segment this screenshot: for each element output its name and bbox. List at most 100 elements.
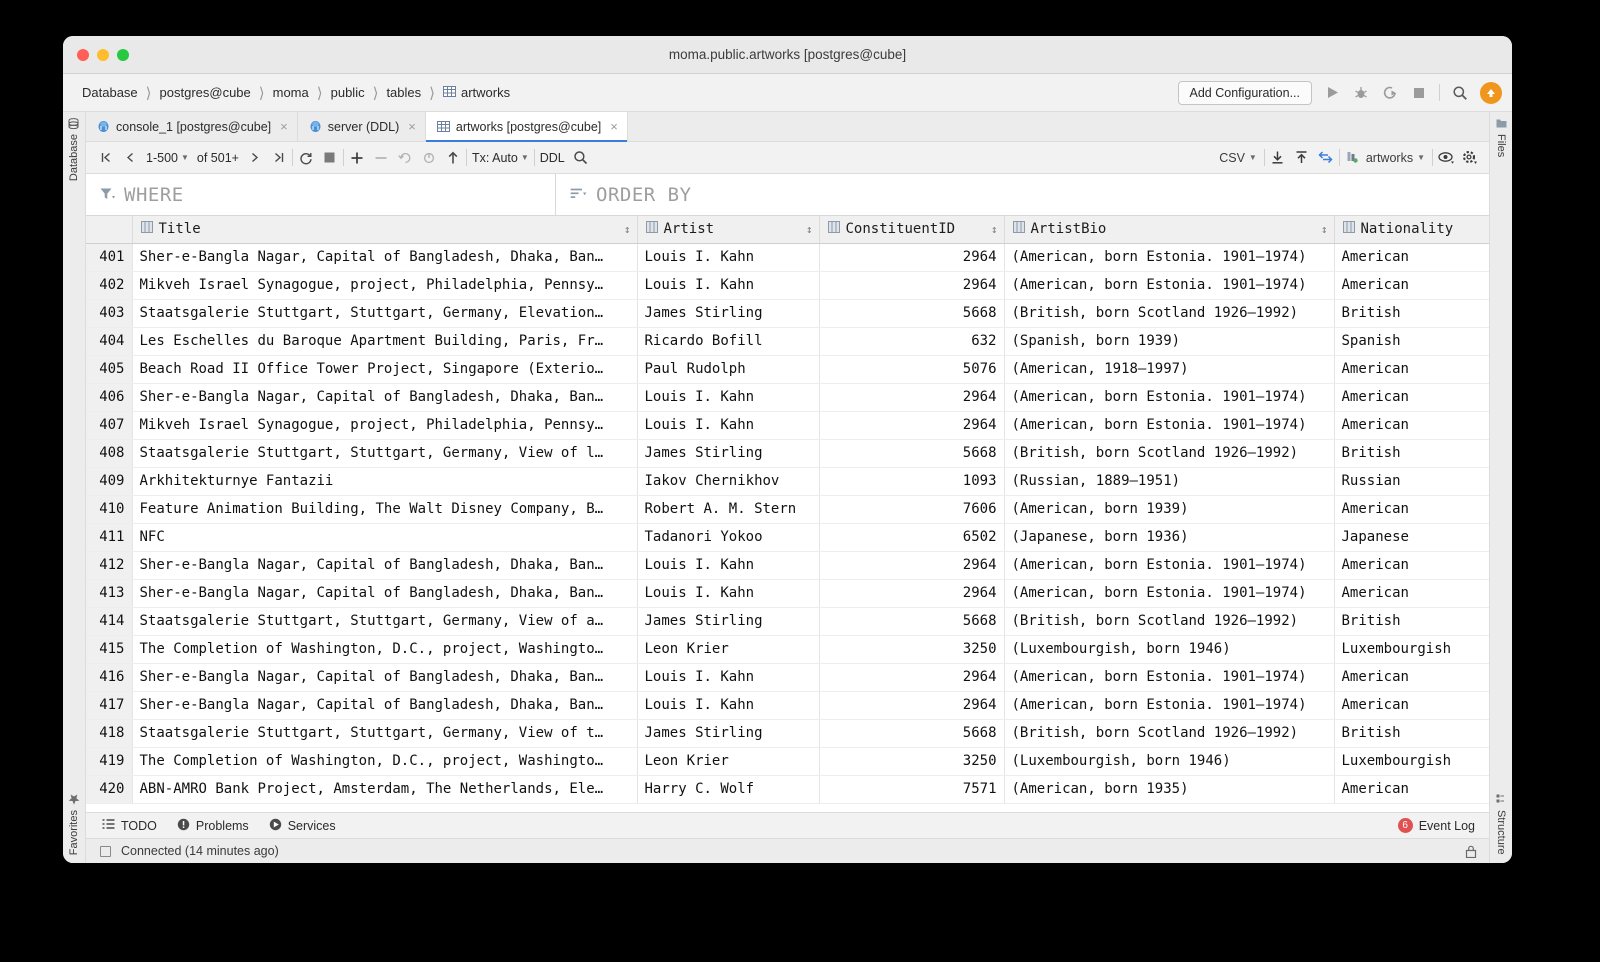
cell-artistbio[interactable]: (Luxembourgish, born 1946) — [1004, 635, 1335, 664]
add-row-icon[interactable] — [346, 147, 368, 169]
table-row[interactable]: 419 The Completion of Washington, D.C., p… — [86, 747, 1489, 776]
cell-artistbio[interactable]: (British, born Scotland 1926–1992) — [1004, 719, 1335, 748]
cell-title[interactable]: Staatsgalerie Stuttgart, Stuttgart, Germ… — [132, 439, 638, 468]
import-from-file-icon[interactable] — [1291, 147, 1313, 169]
cell-artistbio[interactable]: (Japanese, born 1936) — [1004, 523, 1335, 552]
eye-icon[interactable] — [1435, 147, 1457, 169]
cell-artistbio[interactable]: (American, born Estonia. 1901–1974) — [1004, 243, 1335, 272]
cell-artistbio[interactable]: (British, born Scotland 1926–1992) — [1004, 607, 1335, 636]
table-row[interactable]: 413 Sher-e-Bangla Nagar, Capital of Bangl… — [86, 579, 1489, 608]
transaction-mode-selector[interactable]: Tx: Auto ▼ — [469, 151, 532, 165]
table-row[interactable]: 418 Staatsgalerie Stuttgart, Stuttgart, G… — [86, 719, 1489, 748]
cell-constituentid[interactable]: 5076 — [819, 355, 1005, 384]
cell-title[interactable]: Staatsgalerie Stuttgart, Stuttgart, Germ… — [132, 299, 638, 328]
cell-artistbio[interactable]: (Russian, 1889–1951) — [1004, 467, 1335, 496]
table-row[interactable]: 415 The Completion of Washington, D.C., p… — [86, 635, 1489, 664]
chevron-down-icon[interactable]: ▼ — [1249, 153, 1257, 162]
tool-button-database[interactable]: Database — [68, 118, 80, 181]
gear-icon[interactable] — [1459, 147, 1481, 169]
tool-button-structure[interactable]: Structure — [1495, 794, 1507, 855]
page-range[interactable]: 1-500 ▼ — [143, 151, 192, 165]
cell-artist[interactable]: Robert A. M. Stern — [637, 495, 820, 524]
cell-nationality[interactable]: American — [1334, 691, 1489, 720]
lock-icon[interactable] — [1465, 845, 1477, 858]
cell-nationality[interactable]: Luxembourgish — [1334, 635, 1489, 664]
cell-nationality[interactable]: Russian — [1334, 467, 1489, 496]
close-icon[interactable]: × — [610, 119, 618, 134]
column-header-nationality[interactable]: Nationality — [1334, 216, 1489, 244]
cell-constituentid[interactable]: 632 — [819, 327, 1005, 356]
cell-title[interactable]: Staatsgalerie Stuttgart, Stuttgart, Germ… — [132, 607, 638, 636]
tool-button-problems[interactable]: Problems — [177, 818, 249, 834]
cell-nationality[interactable]: American — [1334, 579, 1489, 608]
cell-artistbio[interactable]: (American, born Estonia. 1901–1974) — [1004, 579, 1335, 608]
run-icon[interactable] — [1323, 84, 1341, 102]
breadcrumb-item-schema[interactable]: public — [328, 84, 368, 101]
cell-nationality[interactable]: Japanese — [1334, 523, 1489, 552]
output-format-selector[interactable]: CSV ▼ — [1214, 151, 1262, 165]
cell-constituentid[interactable]: 7606 — [819, 495, 1005, 524]
cell-artist[interactable]: Paul Rudolph — [637, 355, 820, 384]
tab-artworks[interactable]: artworks [postgres@cube] × — [425, 112, 628, 142]
cell-artist[interactable]: Louis I. Kahn — [637, 691, 820, 720]
cell-artist[interactable]: Leon Krier — [637, 747, 820, 776]
cell-constituentid[interactable]: 2964 — [819, 271, 1005, 300]
export-to-file-icon[interactable] — [1267, 147, 1289, 169]
cell-artistbio[interactable]: (British, born Scotland 1926–1992) — [1004, 439, 1335, 468]
close-window-button[interactable] — [77, 48, 89, 61]
cell-nationality[interactable]: American — [1334, 355, 1489, 384]
run-with-coverage-icon[interactable] — [1381, 84, 1399, 102]
cell-artist[interactable]: Louis I. Kahn — [637, 271, 820, 300]
table-row[interactable]: 404 Les Eschelles du Baroque Apartment Bu… — [86, 327, 1489, 356]
cell-title[interactable]: Beach Road II Office Tower Project, Sing… — [132, 355, 638, 384]
first-page-icon[interactable] — [95, 147, 117, 169]
cell-constituentid[interactable]: 2964 — [819, 579, 1005, 608]
cell-artist[interactable]: Louis I. Kahn — [637, 383, 820, 412]
cell-constituentid[interactable]: 1093 — [819, 467, 1005, 496]
cell-title[interactable]: Sher-e-Bangla Nagar, Capital of Banglade… — [132, 243, 638, 272]
cell-artist[interactable]: Louis I. Kahn — [637, 411, 820, 440]
cell-title[interactable]: Feature Animation Building, The Walt Dis… — [132, 495, 638, 524]
cell-artistbio[interactable]: (American, 1918–1997) — [1004, 355, 1335, 384]
add-configuration-button[interactable]: Add Configuration... — [1177, 80, 1312, 105]
breadcrumb-item-tables[interactable]: tables — [383, 84, 424, 101]
table-row[interactable]: 420 ABN-AMRO Bank Project, Amsterdam, The… — [86, 775, 1489, 804]
cell-artistbio[interactable]: (British, born Scotland 1926–1992) — [1004, 299, 1335, 328]
chevron-down-icon[interactable]: ▼ — [521, 153, 529, 162]
cell-title[interactable]: NFC — [132, 523, 638, 552]
cell-artist[interactable]: Louis I. Kahn — [637, 551, 820, 580]
updates-icon[interactable] — [1480, 81, 1502, 104]
cell-nationality[interactable]: British — [1334, 299, 1489, 328]
close-icon[interactable]: × — [408, 119, 416, 134]
cell-artistbio[interactable]: (Luxembourgish, born 1946) — [1004, 747, 1335, 776]
table-row[interactable]: 408 Staatsgalerie Stuttgart, Stuttgart, G… — [86, 439, 1489, 468]
cell-constituentid[interactable]: 3250 — [819, 635, 1005, 664]
table-row[interactable]: 410 Feature Animation Building, The Walt … — [86, 495, 1489, 524]
table-row[interactable]: 416 Sher-e-Bangla Nagar, Capital of Bangl… — [86, 663, 1489, 692]
table-row[interactable]: 402 Mikveh Israel Synagogue, project, Phi… — [86, 271, 1489, 300]
cell-title[interactable]: The Completion of Washington, D.C., proj… — [132, 747, 638, 776]
table-row[interactable]: 411 NFC Tadanori Yokoo 6502 (Japanese, born … — [86, 523, 1489, 552]
reload-icon[interactable] — [295, 147, 317, 169]
cell-title[interactable]: The Completion of Washington, D.C., proj… — [132, 635, 638, 664]
where-filter-input[interactable]: WHERE — [86, 174, 556, 215]
filter-icon[interactable] — [100, 184, 115, 206]
toggle-sidebar-icon[interactable] — [100, 845, 111, 857]
sort-indicator-icon[interactable]: ↕ — [1321, 223, 1328, 236]
cell-artistbio[interactable]: (American, born 1935) — [1004, 775, 1335, 804]
cell-title[interactable]: Sher-e-Bangla Nagar, Capital of Banglade… — [132, 579, 638, 608]
tool-button-todo[interactable]: TODO — [102, 818, 157, 833]
cell-constituentid[interactable]: 5668 — [819, 299, 1005, 328]
cell-artistbio[interactable]: (American, born Estonia. 1901–1974) — [1004, 383, 1335, 412]
cell-constituentid[interactable]: 7571 — [819, 775, 1005, 804]
revert-icon[interactable] — [394, 147, 416, 169]
cell-artist[interactable]: Louis I. Kahn — [637, 663, 820, 692]
cell-artist[interactable]: Iakov Chernikhov — [637, 467, 820, 496]
cell-nationality[interactable]: Luxembourgish — [1334, 747, 1489, 776]
cell-artist[interactable]: James Stirling — [637, 299, 820, 328]
cell-artist[interactable]: Ricardo Bofill — [637, 327, 820, 356]
breadcrumb-item-schema-db[interactable]: moma — [270, 84, 312, 101]
cell-nationality[interactable]: British — [1334, 439, 1489, 468]
cell-artist[interactable]: James Stirling — [637, 607, 820, 636]
last-page-icon[interactable] — [268, 147, 290, 169]
